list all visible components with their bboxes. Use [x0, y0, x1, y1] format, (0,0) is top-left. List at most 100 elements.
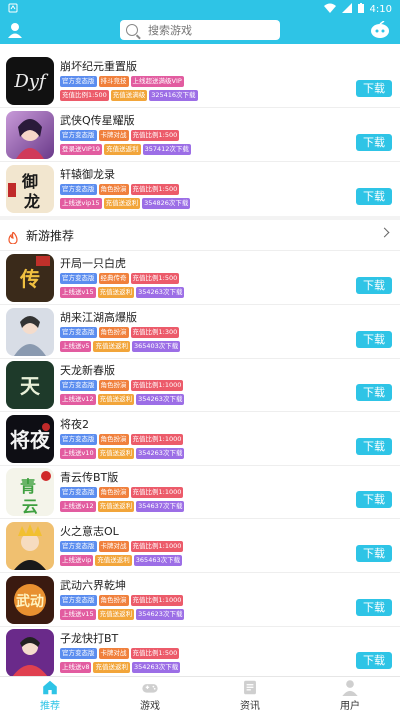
- user-icon: [342, 680, 358, 696]
- tag-badge: 354263次下载: [136, 394, 185, 405]
- game-thumbnail: 天: [6, 361, 54, 409]
- tag-badge: 上线送v5: [60, 341, 92, 352]
- game-list-item[interactable]: 火之意志OL 官方变态版 卡牌对战 充值比例1:1000 上线送vip 充值送返利 3654…: [0, 519, 400, 572]
- download-button[interactable]: 下载: [356, 134, 392, 151]
- game-name: 子龙快打BT: [60, 632, 119, 645]
- notification-icon: [8, 3, 18, 16]
- tags-row: 上线送v5 充值送返利 365403次下载: [60, 341, 181, 352]
- search-input[interactable]: [148, 23, 268, 37]
- tag-badge: 325416次下载: [149, 90, 198, 101]
- tag-badge: 充值送返利: [93, 341, 130, 352]
- svg-text:云: 云: [22, 497, 38, 516]
- game-list-item[interactable]: 武侠Q传星耀版 官方变态版 卡牌对战 充值比例1:500 登录送VIP19 充值送返利…: [0, 108, 400, 161]
- svg-text:Dyf: Dyf: [13, 71, 49, 92]
- nav-user[interactable]: 用户: [300, 677, 400, 712]
- game-thumbnail: [6, 111, 54, 159]
- tag-badge: 充值送返利: [104, 144, 141, 155]
- game-thumbnail: 御龙: [6, 165, 54, 213]
- tag-badge: 充值比例1:500: [60, 90, 109, 101]
- download-button[interactable]: 下载: [356, 188, 392, 205]
- tag-badge: 充值送返利: [97, 287, 135, 298]
- download-button[interactable]: 下载: [356, 652, 392, 669]
- gamepad-icon: [142, 684, 158, 693]
- tag-badge: 官方变态版: [60, 648, 97, 659]
- download-button[interactable]: 下载: [356, 80, 392, 97]
- svg-text:将夜: 将夜: [10, 428, 51, 452]
- tag-badge: 卡牌对战: [98, 541, 129, 552]
- tag-badge: 354637次下载: [136, 501, 185, 512]
- game-thumbnail: 将夜: [6, 415, 54, 463]
- game-list-item[interactable]: 青云青云传BT版 官方变态版 角色扮演 充值比例1:1000 上线送v12 充值送返利 35…: [0, 465, 400, 518]
- download-button[interactable]: 下载: [356, 599, 392, 616]
- tag-badge: 充值送返利: [97, 609, 135, 620]
- tag-badge: 充值送返利: [95, 555, 132, 566]
- game-list-item[interactable]: 将夜 将夜2 官方变态版 角色扮演 充值比例1:1000 上线送v10 充值送返利 35426…: [0, 412, 400, 465]
- game-name: 将夜2: [60, 418, 89, 431]
- tag-badge: 上线送vip: [60, 555, 94, 566]
- game-name: 青云传BT版: [60, 471, 119, 484]
- tag-badge: 上线送v15: [60, 609, 96, 620]
- nav-home[interactable]: 推荐: [0, 677, 100, 712]
- tags-row: 官方变态版 卡牌对战 充值比例1:500: [60, 648, 180, 659]
- download-button[interactable]: 下载: [356, 438, 392, 455]
- download-button[interactable]: 下载: [356, 491, 392, 508]
- tag-badge: 充值比例1:500: [130, 130, 180, 141]
- nav-games[interactable]: 游戏: [100, 677, 200, 712]
- tag-badge: 卡牌对战: [98, 648, 129, 659]
- game-list-item[interactable]: 传 开局一只白虎 官方变态版 经典传奇 充值比例1:500 上线送v15 充值送返利 3542…: [0, 251, 400, 304]
- svg-text:龙: 龙: [23, 192, 40, 211]
- tag-badge: 充值送满级: [110, 90, 148, 101]
- game-controller-icon[interactable]: [370, 20, 390, 39]
- game-name: 火之意志OL: [60, 525, 119, 538]
- game-list-item[interactable]: 御龙 轩辕御龙录 官方变态版 角色扮演 充值比例1:500 上线送vip15 充值送返…: [0, 162, 400, 215]
- tag-badge: 官方变态版: [60, 327, 97, 338]
- chevron-right-icon[interactable]: [379, 227, 390, 238]
- game-thumbnail: [6, 522, 54, 570]
- game-list-item[interactable]: 子龙快打BT 官方变态版 卡牌对战 充值比例1:500 上线送v8 充值送返利 354263…: [0, 626, 400, 676]
- tag-badge: 官方变态版: [60, 130, 97, 141]
- svg-text:武动: 武动: [16, 593, 44, 610]
- tag-badge: 上线送v8: [60, 662, 92, 673]
- tag-badge: 充值比例1:1000: [130, 595, 184, 606]
- tag-badge: 365463次下载: [133, 555, 183, 566]
- tags-row: 上线送vip15 充值送返利 354826次下载: [60, 198, 191, 209]
- game-list-item[interactable]: 天 天龙新春版 官方变态版 角色扮演 充值比例1:1000 上线送v12 充值送返利 3542…: [0, 358, 400, 411]
- game-name: 胡来江湖高爆版: [60, 311, 137, 324]
- tag-badge: 上线超送满级VIP: [130, 76, 184, 87]
- tag-badge: 官方变态版: [60, 434, 97, 445]
- tag-badge: 上线送v12: [60, 501, 96, 512]
- nav-label: 推荐: [40, 701, 60, 712]
- tags-row: 上线送v15 充值送返利 354263次下载: [60, 287, 185, 298]
- tag-badge: 官方变态版: [60, 487, 97, 498]
- game-name: 崩坏纪元重置版: [60, 60, 137, 73]
- tag-badge: 角色扮演: [98, 595, 129, 606]
- game-thumbnail: 传: [6, 254, 54, 302]
- tags-row: 上线送v15 充值送返利 354623次下载: [60, 609, 185, 620]
- game-list-item[interactable]: 武动 武动六界乾坤 官方变态版 角色扮演 充值比例1:1000 上线送v15 充值送返利 35…: [0, 573, 400, 626]
- search-bar[interactable]: [120, 20, 280, 40]
- download-button[interactable]: 下载: [356, 545, 392, 562]
- top-header: [0, 18, 400, 44]
- tags-row: 官方变态版 排斗竞技 上线超送满级VIP: [60, 76, 184, 87]
- download-button[interactable]: 下载: [356, 384, 392, 401]
- game-thumbnail: 武动: [6, 576, 54, 624]
- game-list-item[interactable]: Dyf 崩坏纪元重置版 官方变态版 排斗竞技 上线超送满级VIP 充值比例1:500…: [0, 54, 400, 107]
- nav-news[interactable]: 资讯: [200, 677, 300, 712]
- profile-icon[interactable]: [6, 21, 24, 39]
- tag-badge: 354263次下载: [136, 287, 185, 298]
- tags-row: 上线送v12 充值送返利 354263次下载: [60, 394, 185, 405]
- new-games-header[interactable]: 新游推荐: [0, 220, 400, 250]
- game-thumbnail: 青云: [6, 468, 54, 516]
- game-name: 武侠Q传星耀版: [60, 114, 135, 127]
- tag-badge: 官方变态版: [60, 595, 97, 606]
- game-thumbnail: [6, 308, 54, 356]
- tag-badge: 充值送返利: [93, 662, 130, 673]
- tag-badge: 上线送v10: [60, 448, 96, 459]
- tags-row: 上线送v12 充值送返利 354637次下载: [60, 501, 185, 512]
- svg-text:传: 传: [19, 267, 40, 291]
- download-button[interactable]: 下载: [356, 331, 392, 348]
- tags-row: 充值比例1:500 充值送满级 325416次下载: [60, 90, 198, 101]
- tag-badge: 官方变态版: [60, 76, 97, 87]
- game-list-item[interactable]: 胡来江湖高爆版 官方变态版 角色扮演 充值比例1:300 上线送v5 充值送返利 36540…: [0, 305, 400, 358]
- download-button[interactable]: 下载: [356, 277, 392, 294]
